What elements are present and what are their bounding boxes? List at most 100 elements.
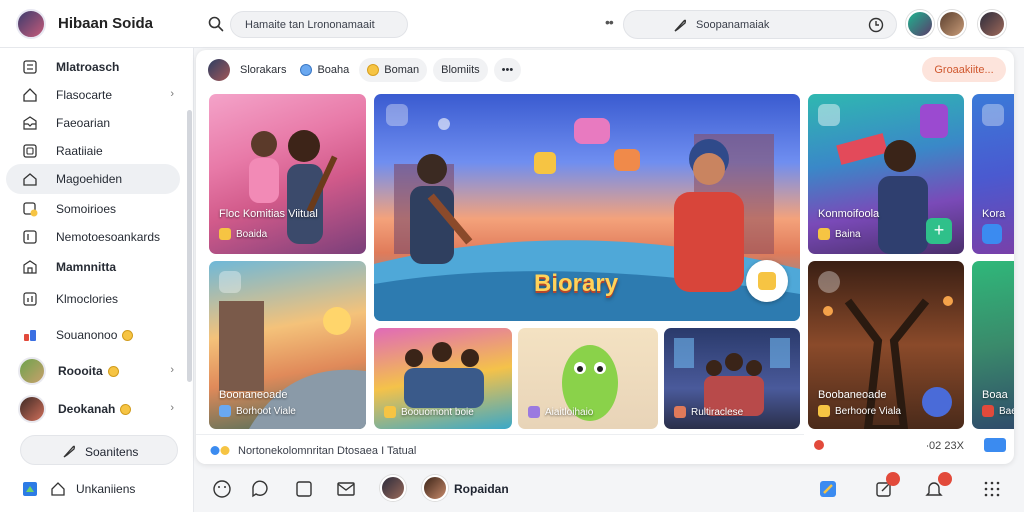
avatar[interactable] <box>906 10 934 38</box>
chip-label: Boman <box>384 64 420 76</box>
clock-icon[interactable] <box>868 17 884 33</box>
chip[interactable]: Boman <box>359 58 428 82</box>
avatar[interactable] <box>978 10 1006 38</box>
sidebar-item-label: Nemotoesoankards <box>56 230 161 244</box>
building-icon <box>23 260 37 274</box>
app-icon <box>23 482 37 496</box>
sidebar-scrollbar[interactable] <box>187 110 192 382</box>
avatar <box>18 395 46 423</box>
tile-subtitle: Rultiraclese <box>674 406 743 418</box>
sidebar-action-label: Soanitens <box>85 445 139 459</box>
secondary-search-input[interactable]: Soopanamaiak <box>623 10 897 39</box>
sidebar-footer-item[interactable]: Unkaniiens <box>6 474 180 504</box>
emoji-icon <box>122 329 134 341</box>
action-pill[interactable]: Groaakiite... <box>922 57 1006 82</box>
sticker-button[interactable] <box>746 260 788 302</box>
compass-icon[interactable] <box>818 271 840 293</box>
sidebar-item-label: Somoirioes <box>56 202 117 216</box>
emoji-icon <box>367 64 380 76</box>
avatar[interactable] <box>422 475 448 501</box>
chip[interactable]: Boaha <box>296 58 353 82</box>
search-input-text: Hamaite tan Lrononamaait <box>245 19 375 31</box>
shapes-icon <box>24 330 36 341</box>
grid-icon[interactable] <box>818 104 840 126</box>
tile-subtitle-text: Aiaitloihaio <box>545 406 594 418</box>
search-input[interactable]: Hamaite tan Lrononamaait <box>230 11 408 38</box>
chat-icon[interactable] <box>984 438 1006 452</box>
chevron-right-icon[interactable]: › <box>170 402 174 414</box>
sidebar-item[interactable]: Mlatroasch <box>6 52 180 82</box>
content-panel: Slorakars Boaha Boman Blomiits ••• Groaa… <box>196 50 1014 464</box>
tile-subtitle: Borhoot Viale <box>219 405 296 417</box>
sidebar-item[interactable]: Raatiiaie <box>6 136 180 166</box>
tile-title: Boaa <box>982 389 1008 401</box>
sidebar-item[interactable]: Mamnnitta <box>6 252 180 282</box>
sidebar-action-button[interactable]: Soanitens <box>20 435 178 465</box>
sidebar-item-label: Roooita <box>58 364 103 378</box>
emoji-icon <box>300 64 313 76</box>
avatar[interactable] <box>208 59 230 81</box>
media-tile[interactable]: Boouomont boie <box>374 328 512 429</box>
media-tile[interactable]: Boobaneoade Berhoore Viala <box>808 261 964 429</box>
info-strip: Nortonekolomnritan Dtosaea I Tatual <box>196 434 804 464</box>
expand-icon[interactable] <box>982 104 1004 126</box>
add-icon[interactable]: + <box>926 218 952 244</box>
chat-bubble-icon[interactable] <box>250 479 270 499</box>
chart-icon <box>23 292 37 306</box>
brand-name[interactable]: Hibaan Soida <box>58 15 153 32</box>
chevron-right-icon[interactable]: › <box>170 88 174 100</box>
more-icon[interactable]: •• <box>605 14 614 30</box>
tile-title: Boobaneoade <box>818 389 887 401</box>
sidebar-item[interactable]: Klmoclories <box>6 284 180 314</box>
notification-badge <box>886 472 900 486</box>
note-icon[interactable] <box>294 479 314 499</box>
tile-subtitle: Baea <box>982 405 1014 417</box>
tile-title: Konmoifoola <box>818 208 880 220</box>
brush-icon[interactable] <box>818 479 838 499</box>
user-name[interactable]: Ropaidan <box>454 482 509 496</box>
info-strip-text: Nortonekolomnritan Dtosaea I Tatual <box>238 445 417 457</box>
sidebar-item-contact[interactable]: Roooita › <box>6 356 180 386</box>
smile-icon[interactable] <box>212 479 232 499</box>
stat-value: ∙02 23X <box>926 440 964 452</box>
tile-subtitle: Aiaitloihaio <box>528 406 593 418</box>
sidebar-item-active[interactable]: Magoehiden <box>6 164 180 194</box>
grid-icon[interactable] <box>982 479 1002 499</box>
media-tile[interactable]: Boonaneoade Borhoot Viale <box>209 261 366 429</box>
tile-subtitle-text: Boouomont boie <box>401 406 474 418</box>
chevron-right-icon[interactable]: › <box>170 364 174 376</box>
chip[interactable]: Blomiits <box>433 58 488 82</box>
compass-icon[interactable] <box>219 271 241 293</box>
media-tile[interactable]: Aiaitloihaio <box>518 328 658 429</box>
sidebar-item-label: Mlatroasch <box>56 60 120 74</box>
more-chip[interactable]: ••• <box>493 58 522 82</box>
sidebar-item-label: Faeoarian <box>56 116 111 130</box>
list-icon <box>23 60 37 74</box>
sidebar-item[interactable]: Somoirioes <box>6 194 180 224</box>
search-icon[interactable] <box>208 16 224 32</box>
media-tile[interactable]: Kora <box>972 94 1014 254</box>
brand-avatar[interactable] <box>16 9 46 39</box>
sidebar-item-contact[interactable]: Deokanah › <box>6 394 180 424</box>
media-tile[interactable]: Floc Komitias Viitual Boaida <box>209 94 366 254</box>
avatar[interactable] <box>380 475 406 501</box>
avatar[interactable] <box>938 10 966 38</box>
sidebar-item[interactable]: Faeoarian <box>6 108 180 138</box>
chip[interactable]: Slorakars <box>236 58 290 82</box>
media-tile[interactable]: Konmoifoola Baina + <box>808 94 964 254</box>
reaction-icons <box>210 446 230 455</box>
mail-icon[interactable] <box>336 479 356 499</box>
filter-chips: Slorakars Boaha Boman Blomiits ••• <box>208 58 522 82</box>
sidebar-item[interactable]: Nemotoesoankards <box>6 222 180 252</box>
expand-icon[interactable] <box>386 104 408 126</box>
media-tile[interactable]: Rultiraclese <box>664 328 800 429</box>
bottom-toolbar: Ropaidan <box>196 470 1024 512</box>
tile-subtitle: Baina <box>818 228 861 240</box>
sidebar-item[interactable]: Souanonoo <box>6 320 180 350</box>
tile-subtitle-text: Borhoot Viale <box>236 405 296 417</box>
hero-tile[interactable]: Biorary <box>374 94 800 321</box>
hero-title: Biorary <box>534 270 619 297</box>
sidebar-item[interactable]: Flasocarte › <box>6 80 180 110</box>
media-tile[interactable]: Boaa Baea <box>972 261 1014 429</box>
heart-icon[interactable] <box>922 387 952 417</box>
